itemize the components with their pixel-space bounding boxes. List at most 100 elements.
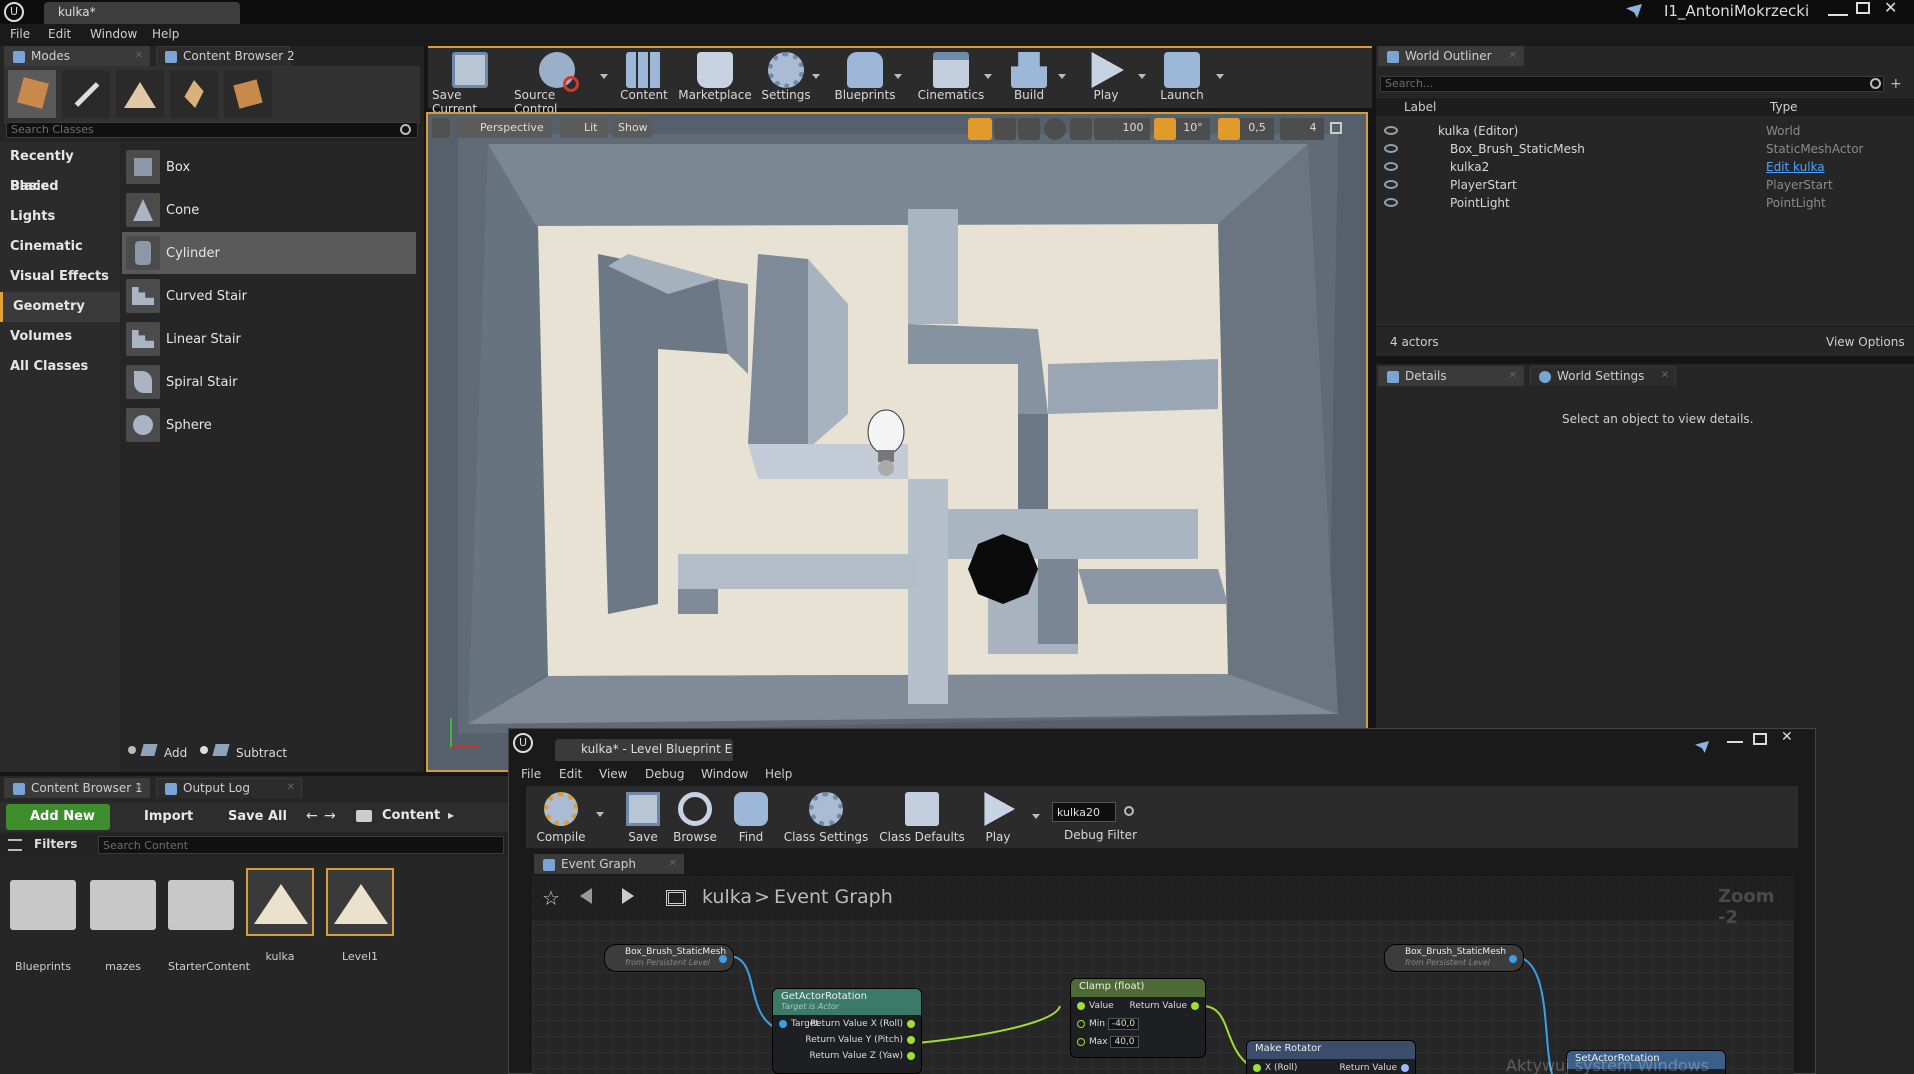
float-pin-icon[interactable]	[907, 1051, 915, 1060]
save-all-button[interactable]: Save All	[208, 804, 287, 830]
outliner-add-icon[interactable]: +	[1890, 76, 1906, 92]
bp-menu-file[interactable]: File	[521, 767, 541, 781]
pin-value[interactable]: Value	[1073, 1001, 1114, 1011]
tab-modes[interactable]: Modes ✕	[4, 46, 150, 66]
outliner-row-pointlight[interactable]: PointLight PointLight	[1376, 194, 1914, 212]
debug-search-icon[interactable]	[1124, 806, 1134, 816]
camera-speed-icon[interactable]	[1280, 118, 1302, 140]
outliner-row-kulka2[interactable]: kulka2 Edit kulka	[1376, 158, 1914, 176]
column-type[interactable]: Type	[1770, 100, 1798, 114]
blueprints-button[interactable]: Blueprints	[828, 48, 902, 102]
float-pin-icon[interactable]	[907, 1035, 915, 1044]
level-tab[interactable]: kulka*	[44, 2, 240, 24]
output-pin-icon[interactable]	[719, 955, 727, 963]
float-pin-icon[interactable]	[1077, 1037, 1085, 1046]
translate-icon[interactable]	[968, 118, 992, 140]
pin-return-roll[interactable]: Return Value X (Roll)	[810, 1019, 919, 1029]
pin-max[interactable]: Max 40,0	[1073, 1036, 1139, 1048]
build-dropdown-icon[interactable]	[1058, 74, 1066, 79]
pin-return-yaw[interactable]: Return Value Z (Yaw)	[810, 1051, 920, 1061]
scale-snap-value[interactable]: 0,5	[1240, 118, 1274, 140]
asset-folder-starter-content[interactable]: StarterContent	[168, 868, 250, 978]
asset-map-kulka[interactable]: kulka	[246, 868, 316, 978]
target-pin-icon[interactable]	[779, 1019, 787, 1028]
bp-play-button[interactable]: Play	[974, 786, 1022, 846]
landscape-mode-icon[interactable]	[116, 70, 164, 118]
menu-help[interactable]: Help	[152, 27, 179, 41]
bp-menu-help[interactable]: Help	[765, 767, 792, 781]
output-pin-icon[interactable]	[1509, 955, 1517, 963]
outliner-row-box-brush[interactable]: Box_Brush_StaticMesh StaticMeshActor	[1376, 140, 1914, 158]
pin-return-pitch[interactable]: Return Value Y (Pitch)	[805, 1035, 919, 1045]
node-make-rotator[interactable]: Make Rotator X (Roll) Return Value	[1246, 1040, 1416, 1074]
asset-map-level1[interactable]: Level1	[326, 868, 396, 978]
visibility-eye-icon[interactable]	[1384, 144, 1398, 153]
pin-rotator-return[interactable]: Return Value	[1340, 1063, 1413, 1073]
rotation-snap-value[interactable]: 10°	[1176, 118, 1210, 140]
compile-button[interactable]: Compile	[532, 786, 590, 846]
category-lights[interactable]: Lights	[0, 202, 120, 232]
menu-file[interactable]: File	[10, 27, 30, 41]
cinematics-button[interactable]: Cinematics	[910, 48, 992, 102]
outliner-row-world[interactable]: kulka (Editor) World	[1376, 122, 1914, 140]
path-chevron-icon[interactable]: ▸	[448, 808, 454, 822]
category-geometry[interactable]: Geometry	[0, 292, 120, 322]
browse-button[interactable]: Browse	[668, 786, 722, 846]
close-icon[interactable]: ✕	[135, 50, 143, 61]
build-button[interactable]: Build	[1000, 48, 1058, 102]
lit-button[interactable]: Lit	[560, 118, 608, 138]
notification-icon[interactable]	[1626, 4, 1642, 18]
rotation-snap-icon[interactable]	[1154, 118, 1176, 140]
float-pin-icon[interactable]	[1253, 1063, 1261, 1072]
asset-folder-blueprints[interactable]: Blueprints	[10, 868, 80, 978]
blueprints-dropdown-icon[interactable]	[894, 74, 902, 79]
compile-dropdown-icon[interactable]	[596, 812, 604, 817]
foliage-mode-icon[interactable]	[170, 70, 218, 118]
rotate-icon[interactable]	[994, 118, 1016, 140]
world-icon[interactable]	[1044, 118, 1066, 140]
node-box-brush-ref-1[interactable]: Box_Brush_StaticMesh from Persistent Lev…	[604, 944, 734, 972]
outliner-row-playerstart[interactable]: PlayerStart PlayerStart	[1376, 176, 1914, 194]
tab-content-browser-1[interactable]: Content Browser 1 ✕	[4, 778, 150, 798]
pin-return-value[interactable]: Return Value	[1130, 1001, 1203, 1011]
add-radio[interactable]	[128, 746, 136, 754]
close-button[interactable]: ✕	[1884, 0, 1897, 17]
tab-content-browser-2[interactable]: Content Browser 2	[156, 46, 295, 66]
content-search-input[interactable]: Search Content	[98, 836, 504, 854]
menu-window[interactable]: Window	[90, 27, 137, 41]
geometry-item-sphere[interactable]: Sphere	[122, 404, 416, 446]
debug-object-select[interactable]: kulka20	[1052, 802, 1116, 822]
source-control-dropdown-icon[interactable]	[600, 74, 608, 79]
tab-world-outliner[interactable]: World Outliner ✕	[1378, 46, 1524, 66]
settings-button[interactable]: Settings	[754, 48, 818, 102]
grid-snap-icon[interactable]	[1094, 118, 1116, 140]
paint-mode-icon[interactable]	[62, 70, 110, 118]
play-dropdown-icon[interactable]	[1138, 74, 1146, 79]
geometry-item-curved-stair[interactable]: Curved Stair	[122, 275, 416, 317]
tab-output-log[interactable]: Output Log ✕	[156, 778, 302, 798]
class-defaults-button[interactable]: Class Defaults	[876, 786, 968, 846]
add-new-button[interactable]: Add New	[6, 804, 110, 830]
close-icon[interactable]: ✕	[287, 782, 295, 793]
category-all-classes[interactable]: All Classes	[0, 352, 120, 382]
close-icon[interactable]: ✕	[669, 858, 677, 869]
outliner-search-input[interactable]: Search...	[1380, 76, 1884, 92]
bp-menu-view[interactable]: View	[599, 767, 627, 781]
rotator-pin-icon[interactable]	[1401, 1063, 1409, 1072]
surface-snap-icon[interactable]	[1070, 118, 1092, 140]
settings-dropdown-icon[interactable]	[812, 74, 820, 79]
visibility-eye-icon[interactable]	[1384, 198, 1398, 207]
category-visual-effects[interactable]: Visual Effects	[0, 262, 120, 292]
viewport-options-dropdown[interactable]	[432, 118, 450, 138]
close-icon[interactable]: ✕	[135, 782, 143, 793]
float-pin-icon[interactable]	[1077, 1001, 1085, 1010]
tab-details[interactable]: Details ✕	[1378, 366, 1524, 386]
bp-close-button[interactable]: ✕	[1781, 729, 1793, 745]
visibility-eye-icon[interactable]	[1384, 180, 1398, 189]
bp-minimize-button[interactable]	[1727, 733, 1743, 743]
sources-toggle-icon[interactable]	[8, 839, 22, 851]
geometry-item-box[interactable]: Box	[122, 146, 416, 188]
category-volumes[interactable]: Volumes	[0, 322, 120, 352]
search-classes-input[interactable]: Search Classes	[6, 122, 418, 138]
subtract-radio[interactable]	[200, 746, 208, 754]
